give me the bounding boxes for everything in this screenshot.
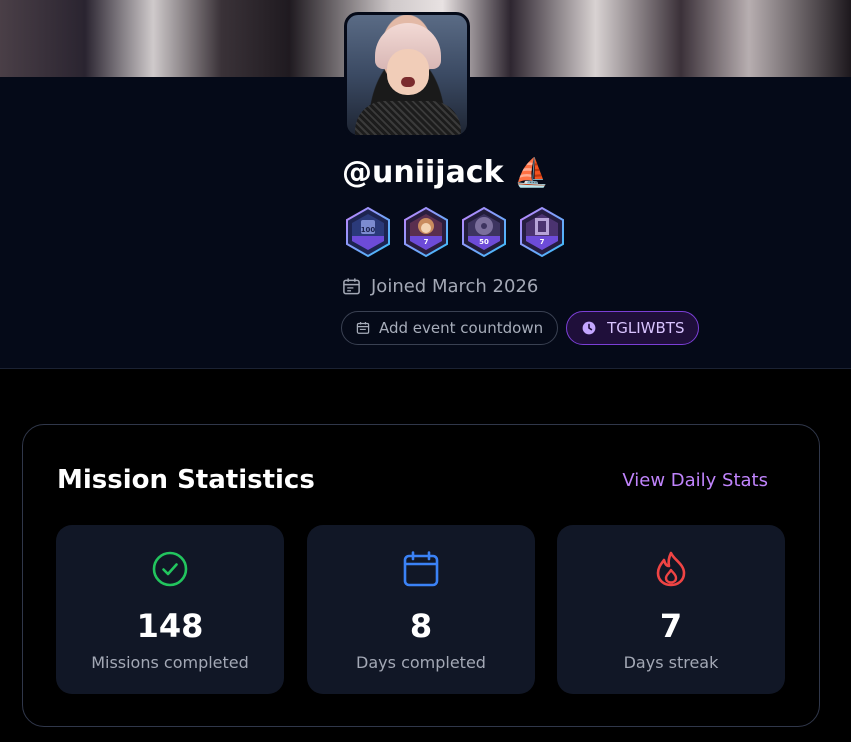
film-reel-badge-icon xyxy=(462,206,506,258)
film-strip-badge-icon xyxy=(520,206,564,258)
badge-reel-50[interactable]: 50 xyxy=(460,206,508,258)
stat-missions-completed: 148 Missions completed xyxy=(56,525,284,694)
mission-statistics-card: Mission Statistics View Daily Stats 148 … xyxy=(22,424,820,727)
clock-icon xyxy=(582,321,596,335)
countdown-tag-label: TGLIWBTS xyxy=(607,319,685,337)
stat-value: 8 xyxy=(409,607,433,645)
sailboat-emoji-icon: ⛵ xyxy=(514,156,549,189)
joined-date: Joined March 2026 xyxy=(342,276,538,297)
stat-value: 7 xyxy=(659,607,683,645)
check-circle-icon xyxy=(152,551,188,587)
calendar-icon xyxy=(356,322,370,334)
stat-days-streak: 7 Days streak xyxy=(557,525,785,694)
username: @uniijack ⛵ xyxy=(342,155,549,190)
view-daily-stats-link[interactable]: View Daily Stats xyxy=(622,470,768,491)
stat-value: 148 xyxy=(136,607,204,645)
profile-actions: Add event countdown TGLIWBTS xyxy=(341,311,700,345)
flame-icon xyxy=(656,551,686,587)
card-title: Mission Statistics xyxy=(57,465,315,495)
username-text: @uniijack xyxy=(342,155,504,190)
add-event-countdown-button[interactable]: Add event countdown xyxy=(341,311,559,345)
badge-count: 7 xyxy=(423,238,429,246)
stat-days-completed: 8 Days completed xyxy=(307,525,535,694)
badge-100[interactable]: 100 xyxy=(344,206,392,258)
countdown-tag-button[interactable]: TGLIWBTS xyxy=(566,311,700,345)
stat-label: Days streak xyxy=(623,653,719,672)
badge-monkey-7[interactable]: 7 xyxy=(402,206,450,258)
monkey-badge-icon xyxy=(404,206,448,258)
badge-count: 50 xyxy=(479,238,489,246)
stat-label: Missions completed xyxy=(91,653,249,672)
badge-count: 100 xyxy=(360,226,376,234)
joined-text: Joined March 2026 xyxy=(371,276,539,297)
avatar[interactable] xyxy=(344,12,470,138)
badge-list: 100 7 50 7 xyxy=(344,206,566,258)
calendar-icon xyxy=(403,551,439,587)
add-event-countdown-label: Add event countdown xyxy=(379,319,544,337)
badge-count: 7 xyxy=(539,238,545,246)
badge-film-7[interactable]: 7 xyxy=(518,206,566,258)
stat-label: Days completed xyxy=(356,653,486,672)
calendar-icon xyxy=(343,278,360,295)
